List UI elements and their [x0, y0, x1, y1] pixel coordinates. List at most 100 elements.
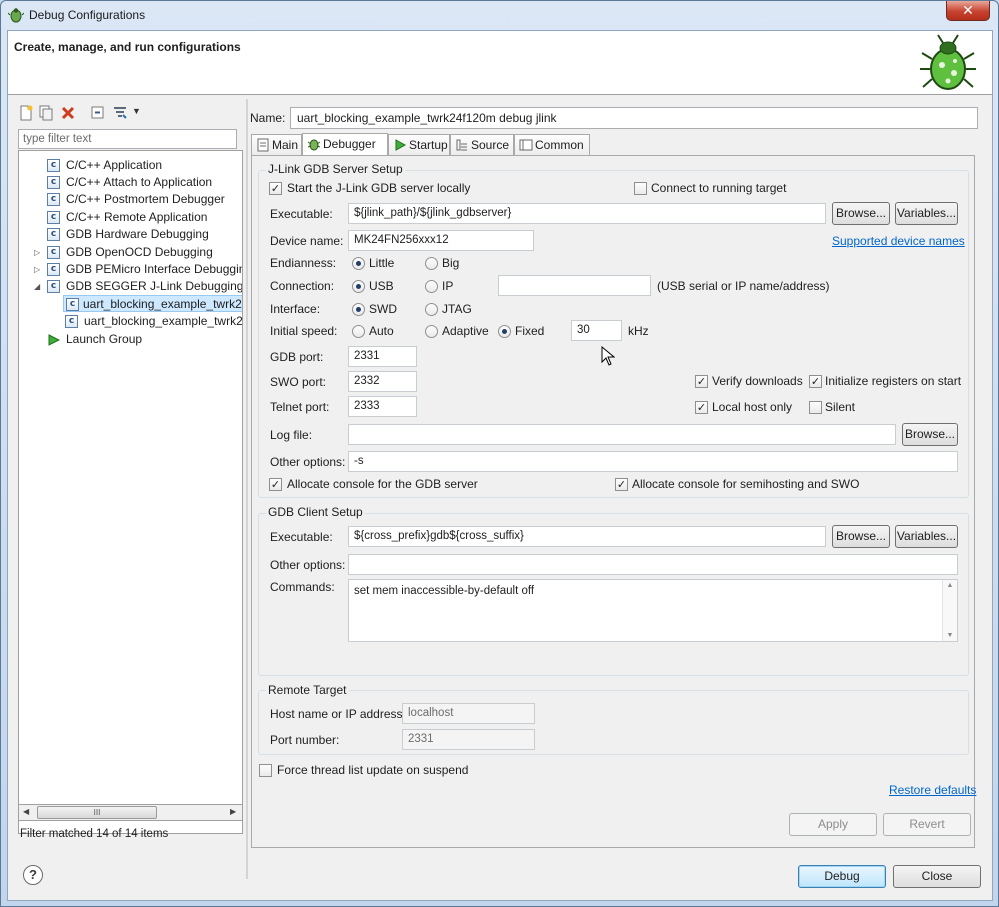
c-config-icon: c — [65, 315, 78, 328]
gdb-port-input[interactable]: 2331 — [348, 346, 417, 367]
configuration-tree[interactable]: c C/C++ Application c C/C++ Attach to Ap… — [18, 150, 243, 834]
server-executable-input[interactable]: ${jlink_path}/${jlink_gdbserver} — [348, 203, 826, 224]
tree-item-label: Launch Group — [66, 332, 143, 346]
tree-item-launch-group[interactable]: Launch Group — [47, 331, 242, 348]
scroll-up-icon[interactable]: ▲ — [943, 582, 957, 589]
title-bar[interactable]: Debug Configurations ✕ — [1, 1, 998, 29]
filter-configurations-icon[interactable] — [112, 105, 128, 121]
tree-item-gdb-openocd[interactable]: c GDB OpenOCD Debugging — [47, 244, 242, 261]
server-variables-button[interactable]: Variables... — [895, 202, 958, 225]
silent-checkbox[interactable] — [809, 401, 822, 414]
interface-swd-radio[interactable] — [352, 303, 365, 316]
tab-common[interactable]: Common — [514, 134, 590, 156]
start-server-checkbox[interactable]: ✓ — [269, 182, 282, 195]
debug-button[interactable]: Debug — [798, 865, 886, 888]
tree-horizontal-scrollbar[interactable]: ◀ III ▶ — [18, 804, 243, 821]
force-thread-checkbox[interactable] — [259, 764, 272, 777]
debug-configurations-window: Debug Configurations ✕ Create, manage, a… — [0, 0, 999, 907]
speed-auto-radio[interactable] — [352, 325, 365, 338]
speed-auto-label: Auto — [369, 324, 394, 338]
restore-defaults-link[interactable]: Restore defaults — [889, 783, 976, 797]
connect-running-checkbox[interactable] — [634, 182, 647, 195]
view-menu-chevron-down-icon[interactable]: ▼ — [132, 106, 141, 116]
collapse-arrow-icon[interactable]: ◢ — [34, 282, 40, 291]
help-icon[interactable]: ? — [23, 865, 43, 885]
host-input[interactable]: localhost — [402, 703, 535, 724]
revert-button[interactable]: Revert — [883, 813, 971, 836]
window-close-button[interactable]: ✕ — [946, 1, 990, 21]
c-config-icon: c — [47, 246, 60, 259]
speed-adaptive-radio[interactable] — [425, 325, 438, 338]
server-browse-button[interactable]: Browse... — [832, 202, 890, 225]
tab-startup[interactable]: Startup — [388, 134, 450, 156]
telnet-port-input[interactable]: 2333 — [348, 396, 417, 417]
client-variables-button[interactable]: Variables... — [895, 525, 958, 548]
client-other-options-input[interactable] — [348, 554, 958, 575]
expand-arrow-icon[interactable]: ▷ — [34, 265, 40, 274]
expand-arrow-icon[interactable]: ▷ — [34, 248, 40, 257]
connection-hint: (USB serial or IP name/address) — [657, 279, 830, 293]
local-host-only-checkbox[interactable]: ✓ — [695, 401, 708, 414]
c-config-icon: c — [47, 193, 60, 206]
main-tab-icon — [257, 138, 269, 152]
tab-source[interactable]: Source — [450, 134, 514, 156]
speed-fixed-radio[interactable] — [498, 325, 511, 338]
tree-item-cpp-remote[interactable]: c C/C++ Remote Application — [47, 209, 242, 226]
alloc-gdb-console-checkbox[interactable]: ✓ — [269, 478, 282, 491]
tree-item-label: C/C++ Application — [66, 158, 163, 172]
duplicate-configuration-icon[interactable] — [38, 105, 54, 121]
commands-textarea[interactable]: set mem inaccessible-by-default off ▲ ▼ — [348, 579, 958, 642]
tree-item-gdb-segger-jlink[interactable]: c GDB SEGGER J-Link Debugging — [47, 278, 242, 295]
init-registers-checkbox[interactable]: ✓ — [809, 375, 822, 388]
commands-scrollbar[interactable]: ▲ ▼ — [942, 580, 957, 641]
new-configuration-icon[interactable] — [18, 105, 34, 121]
endianness-big-radio[interactable] — [425, 257, 438, 270]
filter-input[interactable] — [18, 129, 237, 149]
collapse-all-icon[interactable] — [90, 105, 106, 121]
close-button[interactable]: Close — [893, 865, 981, 888]
log-file-input[interactable] — [348, 424, 896, 445]
server-other-options-input[interactable]: -s — [348, 451, 958, 472]
connection-ip-radio[interactable] — [425, 280, 438, 293]
interface-jtag-radio[interactable] — [425, 303, 438, 316]
telnet-port-label: Telnet port: — [270, 400, 330, 414]
connection-address-input[interactable] — [498, 275, 651, 296]
tab-debugger[interactable]: Debugger — [302, 133, 388, 157]
tree-item-gdb-pemicro[interactable]: c GDB PEMicro Interface Debugging — [47, 261, 242, 278]
c-config-icon: c — [66, 298, 79, 311]
tree-item-gdb-hardware[interactable]: c GDB Hardware Debugging — [47, 226, 242, 243]
scroll-left-icon[interactable]: ◀ — [23, 807, 29, 816]
silent-label: Silent — [825, 400, 856, 414]
connection-usb-radio[interactable] — [352, 280, 365, 293]
tree-item-cpp-application[interactable]: c C/C++ Application — [47, 157, 242, 174]
scroll-right-icon[interactable]: ▶ — [230, 807, 236, 816]
scroll-down-icon[interactable]: ▼ — [943, 632, 957, 639]
client-executable-input[interactable]: ${cross_prefix}gdb${cross_suffix} — [348, 526, 826, 547]
panel-divider[interactable] — [246, 99, 248, 879]
device-name-input[interactable]: MK24FN256xxx12 — [348, 230, 534, 251]
alloc-gdb-console-label: Allocate console for the GDB server — [287, 477, 478, 491]
client-browse-button[interactable]: Browse... — [832, 525, 890, 548]
local-host-only-label: Local host only — [712, 400, 793, 414]
force-thread-label: Force thread list update on suspend — [277, 763, 469, 777]
endianness-little-radio[interactable] — [352, 257, 365, 270]
window-title: Debug Configurations — [29, 8, 146, 22]
tree-item-uart-config[interactable]: c uart_blocking_example_twrk24 — [65, 313, 242, 330]
port-number-input[interactable]: 2331 — [402, 729, 535, 750]
tree-item-cpp-postmortem[interactable]: c C/C++ Postmortem Debugger — [47, 191, 242, 208]
alloc-semihosting-checkbox[interactable]: ✓ — [615, 478, 628, 491]
delete-configuration-icon[interactable] — [60, 105, 76, 121]
apply-button[interactable]: Apply — [789, 813, 877, 836]
log-browse-button[interactable]: Browse... — [902, 423, 958, 446]
scrollbar-thumb[interactable]: III — [37, 806, 157, 819]
swo-port-input[interactable]: 2332 — [348, 371, 417, 392]
supported-devices-link[interactable]: Supported device names — [832, 234, 965, 248]
tree-item-uart-config-selected[interactable]: c uart_blocking_example_twrk24 — [63, 295, 242, 312]
tab-main[interactable]: Main — [251, 134, 302, 156]
banner-title: Create, manage, and run configurations — [14, 40, 241, 54]
tab-label: Common — [535, 138, 584, 152]
speed-value-input[interactable]: 30 — [571, 320, 622, 341]
verify-downloads-checkbox[interactable]: ✓ — [695, 375, 708, 388]
tree-item-cpp-attach[interactable]: c C/C++ Attach to Application — [47, 174, 242, 191]
configuration-name-input[interactable]: uart_blocking_example_twrk24f120m debug … — [290, 107, 978, 129]
